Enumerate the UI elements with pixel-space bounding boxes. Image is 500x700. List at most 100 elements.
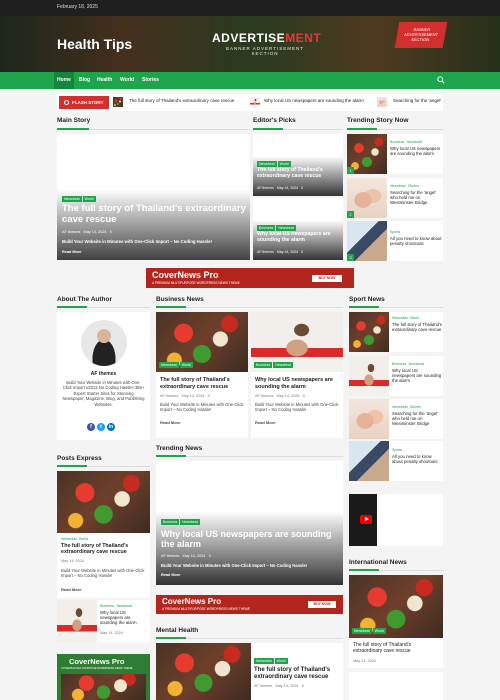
tag-newsbeat[interactable]: Newsbeat [352, 628, 372, 634]
trending-title[interactable]: Searching for the 'angel' who held me on… [390, 190, 442, 205]
card-title[interactable]: Why local US newspapers are sounding the… [100, 610, 149, 625]
editors-pick-card[interactable]: Newsbeat World The full story of Thailand… [253, 134, 343, 196]
header-advertisement[interactable]: ADVERTISEMENT BANNER ADVERTISEMENT SECTI… [212, 31, 321, 56]
card-title[interactable]: The full story of Thailand's extraordina… [160, 377, 246, 390]
tag-business[interactable]: Business [254, 362, 273, 368]
mental-health-card[interactable]: Newsbeat World The full story of Thailand… [156, 643, 343, 700]
tag-stories[interactable]: Stories [408, 184, 419, 188]
sport-item[interactable]: Newsbeat World The full story of Thailan… [349, 312, 443, 352]
card-image[interactable] [156, 643, 251, 700]
tag-world[interactable]: World [82, 196, 96, 202]
sport-title[interactable]: All you need to know about penalty shoot… [392, 454, 442, 464]
tag-newsbeat[interactable]: Newsbeat [409, 362, 425, 366]
search-icon[interactable] [437, 76, 445, 84]
business-card[interactable]: Newsbeat World The full story of Thailand… [156, 312, 248, 438]
editors-pick-title[interactable]: Why local US newspapers are sounding the… [257, 231, 341, 244]
buy-now-button[interactable]: BUY NOW [308, 601, 336, 608]
ticker-thumb[interactable] [113, 97, 123, 107]
sport-item[interactable]: Newsbeat Stories Searching for the 'ange… [349, 399, 443, 439]
play-icon[interactable] [360, 515, 372, 524]
editors-pick-card[interactable]: Business Newsbeat Why local US newspapers… [253, 198, 343, 260]
trending-news-title[interactable]: Why local US newspapers are sounding the… [161, 529, 341, 550]
business-card[interactable]: Business Newsbeat Why local US newspapers… [251, 312, 343, 438]
buy-now-button[interactable]: BUY NOW [312, 275, 342, 282]
twitter-icon[interactable]: t [97, 423, 105, 431]
banner-ad[interactable]: CoverNews Pro A PREMIUM MULTIPURPOSE WOR… [156, 595, 343, 614]
nav-item-health[interactable]: Health [97, 77, 112, 83]
tag-business[interactable]: Business [161, 519, 180, 525]
read-more-link[interactable]: Read More [255, 420, 275, 425]
tag-newsbeat[interactable]: Newsbeat [159, 362, 179, 368]
ticker-item[interactable]: The full story of Thailand's extraordina… [129, 98, 234, 103]
ticker-thumb[interactable] [377, 97, 387, 107]
tag-newsbeat[interactable]: Newsbeat [180, 519, 200, 525]
trending-item[interactable]: 3 Sports All you need to know about pena… [347, 221, 443, 261]
tag-business[interactable]: Business [100, 604, 114, 608]
sport-title[interactable]: Searching for the 'angel' who held me on… [392, 411, 442, 426]
sport-thumb[interactable] [349, 312, 389, 352]
tag-world[interactable]: World [410, 316, 419, 320]
card-image[interactable] [57, 471, 150, 533]
nav-item-blog[interactable]: Blog [79, 77, 90, 83]
international-card[interactable] [349, 672, 443, 700]
sport-thumb[interactable] [349, 356, 389, 396]
ticker-thumb[interactable] [250, 97, 260, 107]
video-embed[interactable]: How to Create a Website in Minutes Free … [349, 494, 443, 546]
read-more-link[interactable]: Read More [160, 420, 180, 425]
banner-ad[interactable]: CoverNews Pro A PREMIUM MULTIPURPOSE WOR… [146, 268, 354, 288]
international-card[interactable]: Newsbeat World The full story of Thailand… [349, 575, 443, 668]
author-name[interactable]: AF themes [57, 371, 150, 377]
ticker-item[interactable]: Searching for the 'angel' [393, 98, 441, 103]
sport-title[interactable]: Why local US newspapers are sounding the… [392, 368, 442, 383]
linkedin-icon[interactable]: in [107, 423, 115, 431]
nav-item-stories[interactable]: Stories [142, 77, 159, 83]
tag-world[interactable]: World [274, 658, 288, 664]
posts-express-card[interactable]: Newsbeat World The full story of Thailan… [57, 471, 150, 598]
read-more-link[interactable]: Read More [62, 250, 81, 254]
main-story-title[interactable]: The full story of Thailand's extraordina… [62, 203, 247, 226]
card-title[interactable]: The full story of Thailand's extraordina… [61, 543, 147, 556]
read-more-link[interactable]: Read More [161, 573, 180, 577]
trending-item[interactable]: 1 Business Newsbeat Why local US newspap… [347, 134, 443, 174]
tag-newsbeat[interactable]: Newsbeat [390, 184, 406, 188]
sport-thumb[interactable] [349, 441, 389, 481]
tag-newsbeat[interactable]: Newsbeat [62, 196, 82, 202]
posts-express-item[interactable]: Business Newsbeat Why local US newspaper… [57, 600, 150, 642]
tag-newsbeat[interactable]: Newsbeat [273, 362, 293, 368]
trending-title[interactable]: Why local US newspapers are sounding the… [390, 146, 442, 156]
tag-sports[interactable]: Sports [390, 230, 400, 234]
nav-item-home[interactable]: Home [57, 77, 71, 83]
trending-item[interactable]: 2 Newsbeat Stories Searching for the 'an… [347, 178, 443, 218]
tag-world[interactable]: World [372, 628, 386, 634]
sport-thumb[interactable] [349, 399, 389, 439]
card-title[interactable]: The full story of Thailand's extraordina… [254, 667, 340, 681]
card-image[interactable] [57, 600, 97, 642]
trending-title[interactable]: All you need to know about penalty shoot… [390, 236, 442, 246]
tag-business[interactable]: Business [390, 140, 404, 144]
card-title[interactable]: Why local US newspapers are sounding the… [255, 377, 341, 390]
tag-newsbeat[interactable]: Newsbeat [392, 316, 408, 320]
tag-stories[interactable]: Stories [410, 405, 421, 409]
sport-item[interactable]: Business Newsbeat Why local US newspaper… [349, 356, 443, 396]
main-story-card[interactable]: Newsbeat World The full story of Thailand… [57, 134, 250, 260]
ticker-item[interactable]: Why local US newspapers are sounding the… [264, 98, 364, 103]
tag-sports[interactable]: Sports [392, 448, 402, 452]
tag-newsbeat[interactable]: Newsbeat [117, 604, 133, 608]
nav-item-world[interactable]: World [120, 77, 134, 83]
site-title[interactable]: Health Tips [57, 36, 132, 52]
card-title[interactable]: The full story of Thailand's extraordina… [353, 642, 441, 654]
banner-ad[interactable]: CoverNews Pro A PREMIUM MULTIPURPOSE WOR… [57, 654, 150, 700]
sport-item[interactable]: Sports All you need to know about penalt… [349, 441, 443, 481]
ad-corner-badge[interactable]: BANNER ADVERTISEMENT SECTION [394, 22, 448, 48]
trending-news-card[interactable]: Business Newsbeat Why local US newspapers… [156, 461, 343, 585]
read-more-link[interactable]: Read More [61, 587, 81, 592]
sport-title[interactable]: The full story of Thailand's extraordina… [392, 322, 442, 332]
tag-business[interactable]: Business [392, 362, 406, 366]
tag-world[interactable]: World [79, 537, 88, 541]
tag-newsbeat[interactable]: Newsbeat [254, 658, 274, 664]
facebook-icon[interactable]: f [87, 423, 95, 431]
tag-newsbeat[interactable]: Newsbeat [61, 537, 77, 541]
tag-newsbeat[interactable]: Newsbeat [392, 405, 408, 409]
tag-world[interactable]: World [179, 362, 193, 368]
tag-newsbeat[interactable]: Newsbeat [407, 140, 423, 144]
